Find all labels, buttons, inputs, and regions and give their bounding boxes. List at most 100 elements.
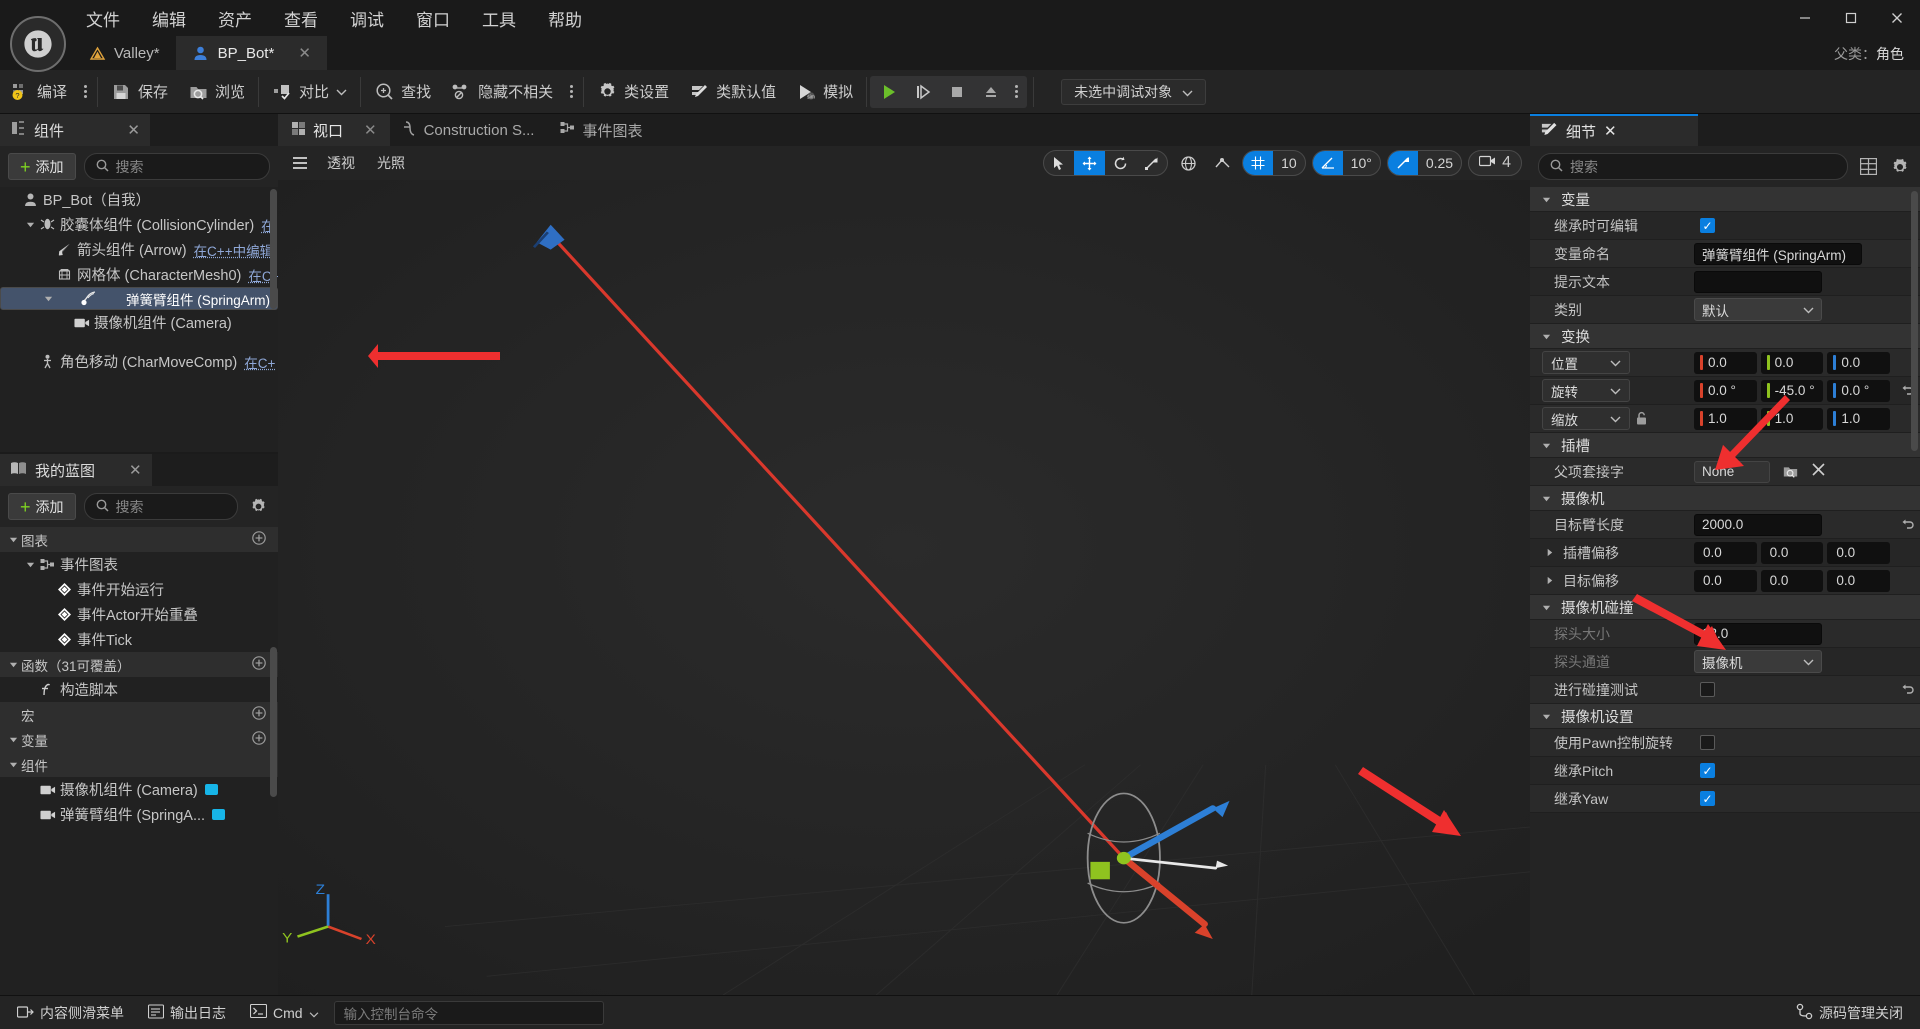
property-dropdown[interactable]: 摄像机 <box>1694 650 1822 673</box>
tab-valley[interactable]: Valley* <box>72 36 176 70</box>
property-reset-button[interactable] <box>1894 683 1920 696</box>
browse-folder-icon[interactable] <box>1782 464 1799 479</box>
details-scrollbar[interactable] <box>1911 191 1918 451</box>
expand-caret-icon[interactable] <box>1539 441 1554 450</box>
eject-button[interactable] <box>974 77 1008 107</box>
output-log-button[interactable]: 输出日志 <box>139 999 235 1027</box>
tab-bp-bot[interactable]: BP_Bot* ✕ <box>175 36 327 70</box>
property-text-input[interactable] <box>1694 270 1822 293</box>
debug-object-dropdown[interactable]: 未选中调试对象 <box>1061 78 1207 105</box>
angle-snap-value[interactable]: 10° <box>1343 151 1380 175</box>
my-blueprint-scrollbar[interactable] <box>270 647 277 797</box>
rotate-gizmo-icon[interactable] <box>1105 151 1136 175</box>
diff-button[interactable]: 对比 <box>262 73 357 111</box>
details-panel-header[interactable]: 细节 ✕ <box>1530 114 1698 146</box>
tab-event-graph[interactable]: 事件图表 <box>547 114 656 146</box>
viewport-lighting-button[interactable]: 光照 <box>368 150 414 176</box>
vector-component-input[interactable]: 0.0 ° <box>1694 379 1757 402</box>
scale-lock-icon[interactable] <box>1630 411 1654 426</box>
compile-options-kebab[interactable] <box>77 73 94 111</box>
component-tree-row[interactable]: BP_Bot（自我） <box>0 187 278 212</box>
socket-value-field[interactable]: None <box>1694 460 1770 483</box>
vector-component-input[interactable]: 0.0 ° <box>1827 379 1891 402</box>
add-blueprint-item-button[interactable]: + 添加 <box>8 493 76 520</box>
vector-component-input[interactable]: 0.0 <box>1827 351 1891 374</box>
component-tree-row[interactable]: 胶囊体组件 (CollisionCylinder) 在 <box>0 212 278 237</box>
property-dropdown[interactable]: 默认 <box>1694 298 1822 321</box>
property-text-input[interactable]: 12.0 <box>1694 622 1822 645</box>
vector-component-input[interactable]: 0.0 <box>1760 541 1824 564</box>
vector-component-input[interactable]: 0.0 <box>1827 541 1891 564</box>
my-blueprint-section-header[interactable]: 函数（31可覆盖） <box>0 652 278 677</box>
details-category-header[interactable]: 摄像机设置 <box>1530 704 1920 729</box>
close-button[interactable] <box>1874 0 1920 36</box>
menu-item-file[interactable]: 文件 <box>72 2 134 35</box>
details-category-header[interactable]: 摄像机 <box>1530 486 1920 511</box>
vector-component-input[interactable]: 0.0 <box>1694 569 1757 592</box>
component-tree-row[interactable]: 角色移动 (CharMoveComp) 在C+ <box>0 349 278 374</box>
edit-in-cpp-link[interactable]: 在C+ <box>244 352 275 372</box>
tab-close-icon[interactable]: ✕ <box>298 44 311 62</box>
details-category-header[interactable]: 变量 <box>1530 187 1920 212</box>
component-tree-row[interactable]: 摄像机组件 (Camera) <box>0 310 278 335</box>
details-search-input[interactable]: 搜索 <box>1538 153 1848 180</box>
my-blueprint-section-header[interactable]: 宏 <box>0 702 278 727</box>
tab-viewport[interactable]: 视口 ✕ <box>278 114 390 146</box>
property-text-input[interactable]: 2000.0 <box>1694 513 1822 536</box>
console-command-input[interactable]: 输入控制台命令 <box>333 1000 604 1025</box>
my-blueprint-search-input[interactable]: 搜索 <box>83 493 238 520</box>
simulate-button[interactable]: sim 模拟 <box>786 73 863 111</box>
vector-component-input[interactable]: -45.0 ° <box>1760 379 1824 402</box>
add-component-button[interactable]: + 添加 <box>8 153 76 180</box>
hamburger-icon[interactable] <box>286 151 314 175</box>
add-section-item-button[interactable] <box>252 731 266 748</box>
parent-class-value[interactable]: 角色 <box>1876 46 1904 62</box>
expand-caret-icon[interactable] <box>41 294 56 303</box>
my-blueprint-row[interactable]: 事件图表 <box>0 552 278 577</box>
menu-item-window[interactable]: 窗口 <box>402 2 464 35</box>
scale-snap-value[interactable]: 0.25 <box>1418 151 1461 175</box>
add-section-item-button[interactable] <box>252 531 266 548</box>
compile-button[interactable]: ? 编译 <box>0 73 77 111</box>
property-checkbox[interactable] <box>1700 791 1715 806</box>
details-category-header[interactable]: 变换 <box>1530 324 1920 349</box>
vector-component-input[interactable]: 0.0 <box>1694 541 1757 564</box>
transform-axis-dropdown[interactable]: 缩放 <box>1542 407 1630 430</box>
add-section-item-button[interactable] <box>252 706 266 723</box>
tab-viewport-close-icon[interactable]: ✕ <box>364 121 377 139</box>
stop-button[interactable] <box>940 77 974 107</box>
expand-caret-icon[interactable] <box>23 560 38 569</box>
viewport-perspective-button[interactable]: 透视 <box>318 150 364 176</box>
property-checkbox[interactable] <box>1700 682 1715 697</box>
menu-item-debug[interactable]: 调试 <box>336 2 398 35</box>
maximize-button[interactable] <box>1828 0 1874 36</box>
my-blueprint-row[interactable]: 事件Tick <box>0 627 278 652</box>
viewport-3d[interactable]: Z X Y <box>278 180 1530 995</box>
expand-caret-icon[interactable] <box>6 760 21 769</box>
select-cursor-icon[interactable] <box>1044 151 1074 175</box>
find-button[interactable]: 查找 <box>364 73 441 111</box>
my-blueprint-settings-button[interactable] <box>246 495 270 519</box>
transform-axis-dropdown[interactable]: 旋转 <box>1542 379 1630 402</box>
vector-component-input[interactable]: 0.0 <box>1827 569 1891 592</box>
expand-caret-icon[interactable] <box>1539 603 1554 612</box>
my-blueprint-row[interactable]: 摄像机组件 (Camera) <box>0 777 278 802</box>
globe-icon[interactable] <box>1174 150 1202 176</box>
menu-item-help[interactable]: 帮助 <box>534 2 596 35</box>
components-search-input[interactable]: 搜索 <box>83 153 270 180</box>
cmd-dropdown-button[interactable]: Cmd <box>241 1000 328 1025</box>
my-blueprint-section-header[interactable]: 组件 <box>0 752 278 777</box>
grid-snap-value[interactable]: 10 <box>1273 151 1305 175</box>
my-blueprint-section-header[interactable]: 变量 <box>0 727 278 752</box>
expand-caret-icon[interactable] <box>1539 195 1554 204</box>
property-checkbox[interactable] <box>1700 735 1715 750</box>
vector-component-input[interactable]: 1.0 <box>1694 407 1757 430</box>
vector-component-input[interactable]: 0.0 <box>1760 351 1824 374</box>
details-panel-close-icon[interactable]: ✕ <box>1604 122 1617 140</box>
move-gizmo-icon[interactable] <box>1074 151 1106 175</box>
grid-snap-toggle-icon[interactable] <box>1243 151 1274 175</box>
expand-caret-icon[interactable] <box>1542 548 1557 557</box>
details-settings-button[interactable] <box>1888 155 1912 179</box>
vector-component-input[interactable]: 1.0 <box>1827 407 1891 430</box>
components-scrollbar[interactable] <box>270 189 277 309</box>
